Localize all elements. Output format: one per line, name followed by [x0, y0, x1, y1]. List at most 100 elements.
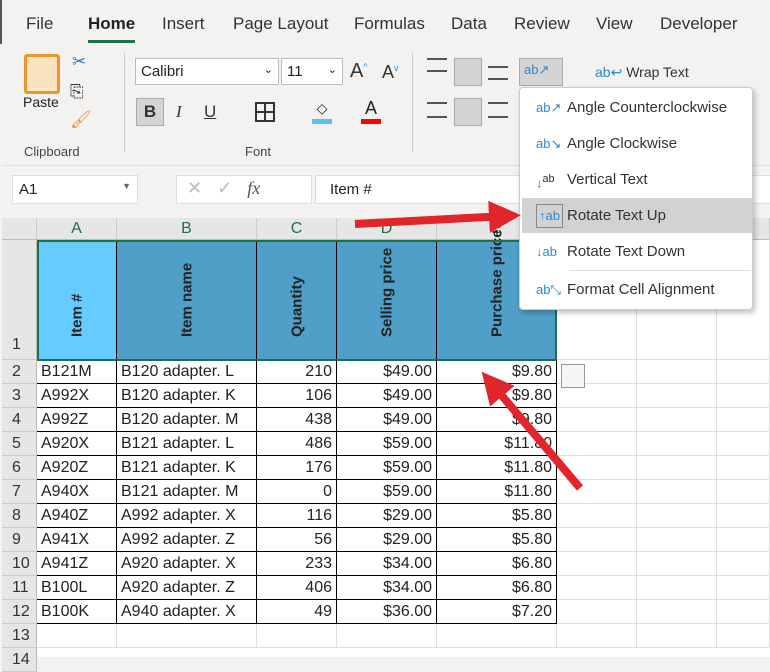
cell-E9[interactable]: $5.80 [437, 528, 557, 552]
decrease-font-icon[interactable]: Av [382, 62, 399, 83]
tab-formulas[interactable]: Formulas [354, 14, 425, 34]
cell-C3[interactable]: 106 [257, 384, 337, 408]
cell-A5[interactable]: A920X [37, 432, 117, 456]
cell-E6[interactable]: $11.80 [437, 456, 557, 480]
cell[interactable] [637, 432, 717, 456]
cell-A11[interactable]: B100L [37, 576, 117, 600]
cell[interactable] [637, 504, 717, 528]
cell-C2[interactable]: 210 [257, 360, 337, 384]
row-header-8[interactable]: 8 [2, 504, 37, 528]
cell[interactable] [637, 624, 717, 648]
row-header-2[interactable]: 2 [2, 360, 37, 384]
menu-item-rotate-text-up[interactable]: ↑ab Rotate Text Up [522, 198, 752, 233]
quick-analysis-icon[interactable] [561, 364, 585, 388]
cell[interactable] [717, 528, 770, 552]
align-center-icon[interactable] [454, 98, 482, 126]
cell-A4[interactable]: A992Z [37, 408, 117, 432]
cell-B3[interactable]: B120 adapter. K [117, 384, 257, 408]
cell[interactable] [717, 552, 770, 576]
cell-A10[interactable]: A941Z [37, 552, 117, 576]
cell[interactable] [717, 432, 770, 456]
cell-B8[interactable]: A992 adapter. X [117, 504, 257, 528]
cell[interactable] [637, 360, 717, 384]
cell-B10[interactable]: A920 adapter. X [117, 552, 257, 576]
cell[interactable] [717, 360, 770, 384]
cell-E5[interactable]: $11.80 [437, 432, 557, 456]
cell-A6[interactable]: A920Z [37, 456, 117, 480]
row-header-1[interactable]: 1 [2, 240, 37, 360]
align-left-icon[interactable] [427, 102, 447, 118]
cell[interactable] [637, 480, 717, 504]
format-painter-icon[interactable]: 🖌 [70, 110, 92, 130]
orientation-button[interactable]: ab↗ ⌄ [519, 58, 563, 93]
insert-function-icon[interactable]: fx [247, 178, 260, 198]
cell[interactable] [717, 600, 770, 624]
enter-icon[interactable]: ✓ [217, 178, 232, 198]
middle-align-icon[interactable] [454, 58, 482, 86]
cell[interactable] [437, 624, 557, 648]
cell-D6[interactable]: $59.00 [337, 456, 437, 480]
cell-A2[interactable]: B121M [37, 360, 117, 384]
top-align-icon[interactable] [427, 58, 447, 72]
underline-button[interactable]: U [204, 102, 216, 122]
cell-D4[interactable]: $49.00 [337, 408, 437, 432]
tab-view[interactable]: View [596, 14, 633, 34]
tab-data[interactable]: Data [451, 14, 487, 34]
row-header-9[interactable]: 9 [2, 528, 37, 552]
font-size-select[interactable]: 11 ⌄ [281, 58, 343, 85]
font-color-icon[interactable]: A [361, 98, 381, 124]
cell-E7[interactable]: $11.80 [437, 480, 557, 504]
cell-C4[interactable]: 438 [257, 408, 337, 432]
increase-font-icon[interactable]: A^ [350, 60, 368, 83]
cell[interactable] [717, 624, 770, 648]
cell-E3[interactable]: $9.80 [437, 384, 557, 408]
row-header-6[interactable]: 6 [2, 456, 37, 480]
cell[interactable] [557, 480, 637, 504]
cell[interactable] [717, 480, 770, 504]
cell-E11[interactable]: $6.80 [437, 576, 557, 600]
cell-C5[interactable]: 486 [257, 432, 337, 456]
cell-D10[interactable]: $34.00 [337, 552, 437, 576]
tab-page-layout[interactable]: Page Layout [233, 14, 328, 34]
cell-C9[interactable]: 56 [257, 528, 337, 552]
cell[interactable] [557, 408, 637, 432]
cell-E8[interactable]: $5.80 [437, 504, 557, 528]
select-all-corner[interactable] [2, 218, 37, 240]
menu-item-vertical-text[interactable]: ↓ab Vertical Text [522, 162, 752, 197]
row-header-11[interactable]: 11 [2, 576, 37, 600]
cell-D9[interactable]: $29.00 [337, 528, 437, 552]
paste-icon[interactable] [24, 54, 60, 94]
cell-E12[interactable]: $7.20 [437, 600, 557, 624]
bottom-align-icon[interactable] [488, 66, 508, 80]
cell-D8[interactable]: $29.00 [337, 504, 437, 528]
cell-B5[interactable]: B121 adapter. L [117, 432, 257, 456]
row-header-10[interactable]: 10 [2, 552, 37, 576]
cell-B12[interactable]: A940 adapter. X [117, 600, 257, 624]
menu-item-format-cell-alignment[interactable]: ab⤡ Format Cell Alignment [522, 272, 752, 307]
cell-D3[interactable]: $49.00 [337, 384, 437, 408]
cell[interactable] [717, 456, 770, 480]
column-header-B[interactable]: B [117, 218, 257, 240]
cell-B11[interactable]: A920 adapter. Z [117, 576, 257, 600]
cell[interactable] [717, 384, 770, 408]
row-header-4[interactable]: 4 [2, 408, 37, 432]
cell-C8[interactable]: 116 [257, 504, 337, 528]
menu-item-angle-counterclockwise[interactable]: ab↗ Angle Counterclockwise [522, 90, 752, 125]
cell-D2[interactable]: $49.00 [337, 360, 437, 384]
row-header-3[interactable]: 3 [2, 384, 37, 408]
column-header-D[interactable]: D [337, 218, 437, 240]
row-header-14[interactable]: 14 [2, 648, 37, 672]
tab-file[interactable]: File [26, 14, 53, 34]
cell[interactable] [37, 624, 117, 648]
cell-B7[interactable]: B121 adapter. M [117, 480, 257, 504]
cell-D12[interactable]: $36.00 [337, 600, 437, 624]
cell[interactable] [557, 456, 637, 480]
cell-B9[interactable]: A992 adapter. Z [117, 528, 257, 552]
cell-E2[interactable]: $9.80 [437, 360, 557, 384]
column-header-A[interactable]: A [37, 218, 117, 240]
bold-button[interactable]: B [136, 98, 164, 126]
cell[interactable] [117, 624, 257, 648]
cell-C10[interactable]: 233 [257, 552, 337, 576]
cell[interactable] [557, 576, 637, 600]
cell[interactable] [637, 576, 717, 600]
